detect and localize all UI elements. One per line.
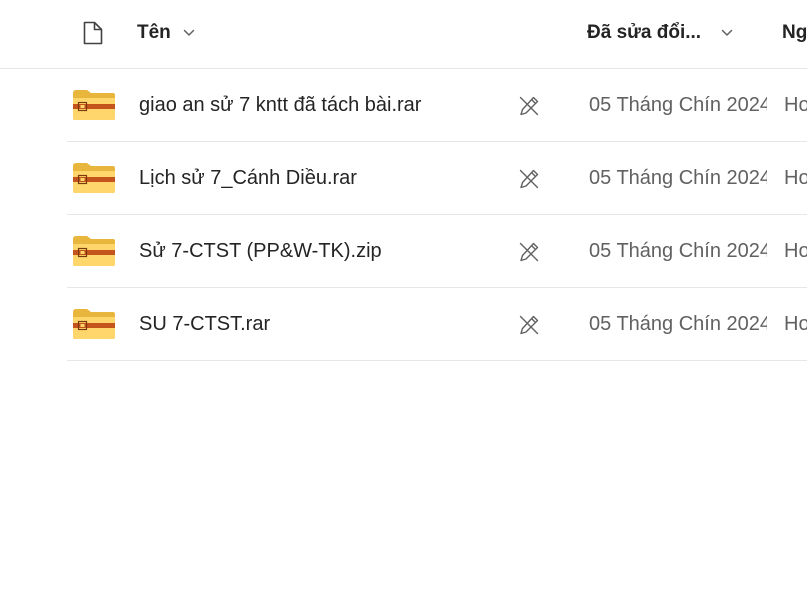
file-name[interactable]: Lịch sử 7_Cánh Diều.rar [139,142,357,215]
chevron-down-icon [183,29,195,36]
file-name[interactable]: SU 7-CTST.rar [139,288,270,361]
column-header-name[interactable]: Tên [137,20,195,46]
zip-folder-icon [73,90,115,120]
modified-by: Ho [784,240,807,262]
zip-folder-icon [73,236,115,266]
file-name[interactable]: Sử 7-CTST (PP&W-TK).zip [139,215,382,288]
column-header-row: Tên Đã sửa đổi... Ng [0,0,807,69]
column-header-modified-by[interactable]: Ng [782,20,807,46]
file-list: giao an sử 7 kntt đã tách bài.rar 05 Thá… [0,69,807,361]
edit-pencil-icon[interactable] [518,168,540,190]
column-header-modified[interactable]: Đã sửa đổi... [587,20,733,46]
file-row[interactable]: Sử 7-CTST (PP&W-TK).zip 05 Tháng Chín 20… [0,215,807,288]
modified-by: Ho [784,313,807,335]
column-header-modified-by-label: Ng [782,22,807,43]
file-list-view: Tên Đã sửa đổi... Ng giao an sử 7 kntt đ… [0,0,807,589]
modified-by: Ho [784,94,807,116]
zip-folder-icon [73,163,115,193]
file-name[interactable]: giao an sử 7 kntt đã tách bài.rar [139,69,421,142]
modified-date: 05 Tháng Chín 2024 [589,167,767,189]
modified-date: 05 Tháng Chín 2024 [589,240,767,262]
edit-pencil-icon[interactable] [518,95,540,117]
zip-folder-icon [73,309,115,339]
file-row[interactable]: Lịch sử 7_Cánh Diều.rar 05 Tháng Chín 20… [0,142,807,215]
edit-pencil-icon[interactable] [518,241,540,263]
chevron-down-icon [721,29,733,36]
modified-date: 05 Tháng Chín 2024 [589,94,767,116]
column-header-name-label: Tên [137,22,171,43]
file-type-icon[interactable] [82,20,104,46]
row-divider [67,360,807,361]
file-row[interactable]: SU 7-CTST.rar 05 Tháng Chín 2024 Ho [0,288,807,361]
edit-pencil-icon[interactable] [518,314,540,336]
column-header-modified-label: Đã sửa đổi... [587,22,702,43]
modified-date: 05 Tháng Chín 2024 [589,313,767,335]
file-row[interactable]: giao an sử 7 kntt đã tách bài.rar 05 Thá… [0,69,807,142]
modified-by: Ho [784,167,807,189]
